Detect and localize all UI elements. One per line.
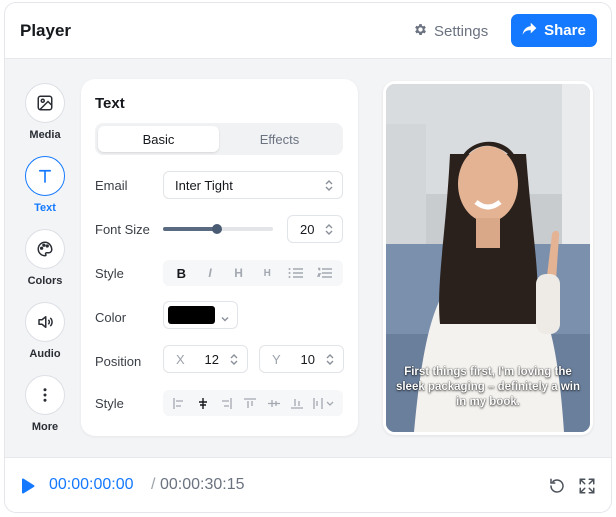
heading-small-icon[interactable]: H (256, 263, 278, 283)
image-icon (25, 83, 65, 123)
replay-icon[interactable] (548, 477, 566, 500)
distribute-icon[interactable] (310, 393, 338, 413)
font-size-stepper[interactable]: 20 (287, 215, 343, 243)
rail-label: Text (34, 202, 56, 214)
text-style-toolbar: B I H H (163, 260, 343, 286)
heading-large-icon[interactable]: H (228, 263, 250, 283)
time-separator: / (151, 476, 156, 493)
slider-fill (163, 227, 217, 231)
font-family-select[interactable]: Inter Tight (163, 171, 343, 199)
align-bottom-icon[interactable] (286, 393, 308, 413)
position-x-field[interactable]: X 12 (163, 345, 248, 373)
page-title: Player (20, 21, 72, 40)
rail-label: More (31, 421, 59, 433)
panel-title: Text (95, 95, 125, 112)
align-label: Style (95, 396, 124, 411)
slider-handle[interactable] (211, 224, 222, 234)
rail-label: Audio (29, 348, 61, 360)
y-axis-label: Y (272, 352, 281, 367)
updown-chevron-icon (324, 223, 334, 239)
bold-icon[interactable]: B (170, 263, 192, 283)
share-arrow-icon (522, 22, 537, 40)
rail-item-audio[interactable]: Audio (23, 302, 67, 360)
tab-basic[interactable]: Basic (98, 126, 219, 152)
panel-tabs: Basic Effects (95, 123, 343, 155)
align-left-icon[interactable] (168, 393, 190, 413)
current-time: 00:00:00:00 (49, 476, 134, 493)
font-label: Email (95, 178, 128, 193)
settings-button[interactable]: Settings (413, 18, 488, 44)
settings-label: Settings (434, 22, 489, 40)
align-middle-icon[interactable] (263, 393, 285, 413)
bullet-list-icon[interactable] (285, 263, 307, 283)
numbered-list-icon[interactable] (314, 263, 336, 283)
position-y-field[interactable]: Y 10 (259, 345, 344, 373)
align-center-icon[interactable] (192, 393, 214, 413)
text-icon (25, 156, 65, 196)
color-swatch (168, 306, 215, 324)
video-caption: First things first, I'm loving the sleek… (395, 366, 581, 408)
gear-icon (413, 22, 428, 41)
x-value: 12 (204, 352, 219, 367)
chevron-down-icon (220, 310, 230, 328)
rail-item-colors[interactable]: Colors (23, 229, 67, 287)
rail-label: Colors (27, 275, 63, 287)
rail-item-text[interactable]: Text (23, 156, 67, 214)
play-icon[interactable] (21, 478, 35, 499)
more-vertical-icon (25, 375, 65, 415)
header-bar: Player Settings Share (5, 3, 611, 59)
font-family-value: Inter Tight (175, 177, 233, 193)
x-axis-label: X (176, 352, 185, 367)
playback-bar: 00:00:00:00 / 00:00:30:15 (5, 457, 611, 512)
updown-chevron-icon (229, 353, 239, 369)
rail-item-media[interactable]: Media (23, 83, 67, 141)
video-preview[interactable]: First things first, I'm loving the sleek… (383, 81, 593, 435)
share-label: Share (544, 22, 586, 39)
color-label: Color (95, 310, 127, 325)
color-picker[interactable] (163, 301, 238, 329)
rail-label: Media (29, 129, 61, 141)
text-settings-panel: Text Basic Effects Email Inter Tight Fon… (81, 79, 358, 436)
align-top-icon[interactable] (239, 393, 261, 413)
font-size-slider[interactable] (163, 224, 273, 234)
speaker-icon (25, 302, 65, 342)
align-right-icon[interactable] (215, 393, 237, 413)
updown-chevron-icon (325, 353, 335, 369)
tab-effects[interactable]: Effects (219, 126, 340, 152)
palette-icon (25, 229, 65, 269)
style-label: Style (95, 266, 124, 281)
italic-icon[interactable]: I (199, 263, 221, 283)
rail-item-more[interactable]: More (23, 375, 67, 433)
fullscreen-icon[interactable] (578, 477, 596, 500)
position-label: Position (95, 354, 142, 369)
updown-chevron-icon (324, 179, 334, 195)
total-time: 00:00:30:15 (160, 476, 245, 493)
player-window: Player Settings Share Media Text Colors … (4, 2, 612, 513)
alignment-toolbar (163, 390, 343, 416)
font-size-value: 20 (300, 221, 315, 237)
share-button[interactable]: Share (511, 14, 597, 47)
font-size-label: Font Size (95, 222, 150, 237)
y-value: 10 (300, 352, 315, 367)
